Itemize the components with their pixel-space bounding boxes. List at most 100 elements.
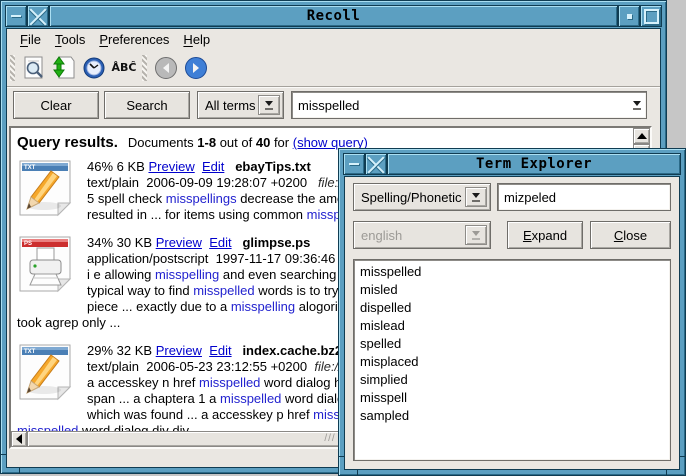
minimize-icon xyxy=(349,163,359,165)
document-sort-icon[interactable] xyxy=(49,53,79,83)
svg-text:TXT: TXT xyxy=(24,349,36,355)
highlighted-term: misspellings xyxy=(166,191,237,206)
back-icon[interactable] xyxy=(151,53,181,83)
menu-item-file[interactable]: File xyxy=(13,30,48,49)
clock-sort-icon[interactable] xyxy=(79,53,109,83)
expand-mode-value: Spelling/Phonetic xyxy=(354,190,465,205)
results-outof-label: out of xyxy=(220,135,253,150)
result-relevance: 29% xyxy=(87,343,113,358)
window-title: Recoll xyxy=(49,5,618,27)
language-select: english xyxy=(353,221,491,249)
toolbar: ÅBĈ xyxy=(7,49,660,87)
clear-button[interactable]: Clear xyxy=(13,91,99,119)
expand-button[interactable]: Expand xyxy=(507,221,583,249)
language-value: english xyxy=(354,228,465,243)
highlighted-term: misspelled xyxy=(193,283,254,298)
result-snippet-line: piece ... exactly due to a misspelling a… xyxy=(87,299,351,315)
chevron-down-icon[interactable] xyxy=(465,187,487,207)
match-mode-select[interactable]: All terms xyxy=(197,91,284,119)
result-size: 6 KB xyxy=(117,159,145,174)
results-total: 40 xyxy=(256,135,270,150)
highlighted-term: misspelled xyxy=(199,375,260,390)
search-input[interactable] xyxy=(292,98,628,113)
edit-link[interactable]: Edit xyxy=(209,235,231,250)
query-bar: Clear Search All terms xyxy=(7,87,660,125)
term-explorer-titlebar[interactable]: Term Explorer xyxy=(343,153,681,175)
clock-glyph xyxy=(81,55,107,81)
text-file-icon: TXT xyxy=(17,343,73,401)
toolbar-handle[interactable] xyxy=(142,55,147,81)
frame-notch xyxy=(680,456,685,457)
close-button[interactable] xyxy=(27,5,49,27)
txt-file-icon[interactable]: TXT xyxy=(17,343,73,401)
result-filename: ebayTips.txt xyxy=(235,159,311,174)
txt-file-icon[interactable]: TXT xyxy=(17,159,73,217)
maximize-button[interactable] xyxy=(640,5,662,27)
term-list-item[interactable]: misplaced xyxy=(360,353,664,371)
term-list-item[interactable]: spelled xyxy=(360,335,664,353)
result-snippet-line: resulted in ... for items using common m… xyxy=(87,207,357,223)
result-snippet-line: application/postscript 1997-11-17 09:36:… xyxy=(87,251,351,267)
back-glyph xyxy=(153,55,179,81)
document-search-icon[interactable] xyxy=(19,53,49,83)
term-input[interactable] xyxy=(498,190,686,205)
desktop: Recoll FileToolsPreferencesHelp xyxy=(0,0,686,476)
menu-item-preferences[interactable]: Preferences xyxy=(92,30,176,49)
expand-mode-select[interactable]: Spelling/Phonetic xyxy=(353,183,491,211)
minimize-icon xyxy=(11,15,21,17)
minimize-button[interactable] xyxy=(343,153,365,175)
term-explorer-body: Spelling/Phonetic english Expand Close m… xyxy=(344,176,680,470)
menu-item-tools[interactable]: Tools xyxy=(48,30,92,49)
close-button[interactable] xyxy=(365,153,387,175)
term-list-item[interactable]: simplied xyxy=(360,371,664,389)
maximize-icon xyxy=(644,9,659,24)
match-mode-value: All terms xyxy=(198,98,258,113)
term-list-item[interactable]: misspell xyxy=(360,389,664,407)
text-file-icon: TXT xyxy=(17,159,73,217)
result-snippet-line: which was found ... a accesskey p href m… xyxy=(87,407,356,423)
search-field[interactable] xyxy=(291,91,647,119)
results-range: 1-8 xyxy=(197,135,216,150)
forward-icon[interactable] xyxy=(181,53,211,83)
result-snippet-line: span ... a chaptera 1 a misspelled word … xyxy=(87,391,356,407)
term-list-item[interactable]: sampled xyxy=(360,407,664,425)
term-field[interactable] xyxy=(497,183,671,211)
preview-link[interactable]: Preview xyxy=(148,159,194,174)
forward-glyph xyxy=(183,55,209,81)
preview-link[interactable]: Preview xyxy=(156,235,202,250)
shade-button[interactable] xyxy=(618,5,640,27)
results-docs-label: Documents xyxy=(128,135,194,150)
edit-link[interactable]: Edit xyxy=(209,343,231,358)
close-icon xyxy=(367,155,385,173)
dialog-title: Term Explorer xyxy=(387,153,681,175)
toolbar-handle[interactable] xyxy=(10,55,15,81)
menu-item-help[interactable]: Help xyxy=(176,30,217,49)
scroll-up-button[interactable] xyxy=(633,128,650,144)
chevron-down-icon xyxy=(465,225,487,245)
svg-text:PS: PS xyxy=(24,241,32,247)
ps-file-icon[interactable]: PS xyxy=(17,235,73,293)
term-list-item[interactable]: misled xyxy=(360,281,664,299)
result-snippet-line: 5 spell check misspellings decrease the … xyxy=(87,191,357,207)
term-list-item[interactable]: misspelled xyxy=(360,263,664,281)
search-button[interactable]: Search xyxy=(104,91,190,119)
chevron-down-icon[interactable] xyxy=(628,92,646,118)
term-list-item[interactable]: mislead xyxy=(360,317,664,335)
chevron-down-icon[interactable] xyxy=(258,95,280,115)
document-sort-glyph xyxy=(51,55,77,81)
result-snippet-line: text/plain 2006-05-23 23:12:55 +0200 fil… xyxy=(87,359,356,375)
result-snippet-line: i e allowing misspelling and even search… xyxy=(87,267,351,283)
result-relevance: 46% xyxy=(87,159,113,174)
edit-link[interactable]: Edit xyxy=(202,159,224,174)
term-list-item[interactable]: dispelled xyxy=(360,299,664,317)
scroll-left-button[interactable] xyxy=(11,431,27,447)
shade-icon xyxy=(627,14,632,19)
preview-link[interactable]: Preview xyxy=(156,343,202,358)
result-relevance: 34% xyxy=(87,235,113,250)
recoll-titlebar[interactable]: Recoll xyxy=(5,5,662,27)
close-dialog-button[interactable]: Close xyxy=(590,221,671,249)
minimize-button[interactable] xyxy=(5,5,27,27)
abc-glyph: ÅBĈ xyxy=(112,61,137,74)
spellcheck-abc-icon[interactable]: ÅBĈ xyxy=(109,53,139,83)
term-list[interactable]: misspelledmisleddispelledmisleadspelledm… xyxy=(353,259,671,461)
